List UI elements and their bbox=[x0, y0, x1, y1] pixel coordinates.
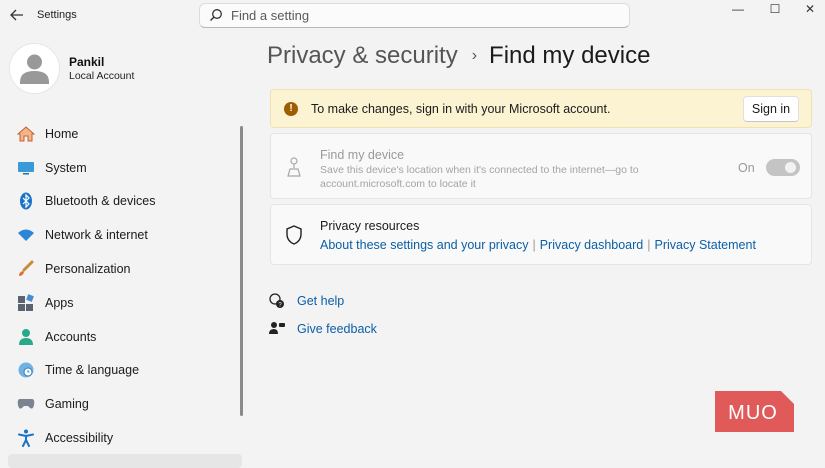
give-feedback-label[interactable]: Give feedback bbox=[297, 322, 377, 336]
muo-watermark-logo: MUO bbox=[715, 391, 794, 432]
accounts-icon bbox=[16, 327, 36, 347]
sidebar-item-apps[interactable]: Apps bbox=[8, 286, 236, 320]
privacy-resources-card: Privacy resources About these settings a… bbox=[270, 204, 812, 265]
sidebar-item-label: Accessibility bbox=[45, 431, 114, 446]
sidebar-item-label: Network & internet bbox=[45, 228, 148, 243]
banner-message: To make changes, sign in with your Micro… bbox=[311, 102, 611, 116]
find-my-device-toggle[interactable] bbox=[766, 159, 800, 176]
feedback-icon bbox=[268, 320, 286, 338]
sidebar-item-personalization[interactable]: Personalization bbox=[8, 252, 236, 286]
search-input[interactable] bbox=[231, 7, 611, 24]
sidebar-nav: Home System Bluetooth & devices Network … bbox=[8, 117, 236, 455]
avatar bbox=[9, 43, 60, 94]
sidebar-item-label: Home bbox=[45, 126, 79, 141]
svg-text:MUO: MUO bbox=[728, 402, 778, 424]
warning-icon: ! bbox=[284, 102, 298, 116]
sidebar-scrollbar[interactable] bbox=[240, 126, 243, 416]
sidebar-item-label: Apps bbox=[45, 295, 74, 310]
sidebar-item-label: Personalization bbox=[45, 262, 131, 277]
sidebar-item-time-language[interactable]: Time & language bbox=[8, 354, 236, 388]
bluetooth-icon bbox=[16, 191, 36, 211]
setting-description: Save this device's location when it's co… bbox=[320, 164, 639, 190]
setting-title: Find my device bbox=[320, 148, 405, 162]
minimize-button[interactable]: — bbox=[720, 0, 756, 18]
breadcrumb: Privacy & security › Find my device bbox=[267, 42, 650, 70]
give-feedback-link[interactable]: Give feedback bbox=[268, 320, 377, 338]
sidebar-item-bluetooth[interactable]: Bluetooth & devices bbox=[8, 185, 236, 219]
gamepad-icon bbox=[16, 394, 36, 414]
toggle-knob bbox=[785, 162, 796, 173]
sign-in-banner: ! To make changes, sign in with your Mic… bbox=[270, 89, 812, 128]
sidebar-item-label: Gaming bbox=[45, 397, 89, 412]
privacy-resources-title: Privacy resources bbox=[320, 219, 420, 233]
accessibility-icon bbox=[16, 428, 36, 448]
sidebar-item-accounts[interactable]: Accounts bbox=[8, 320, 236, 354]
sidebar-item-gaming[interactable]: Gaming bbox=[8, 387, 236, 421]
sidebar-item-selected-partial[interactable] bbox=[8, 454, 242, 468]
sign-in-button[interactable]: Sign in bbox=[743, 96, 799, 122]
close-button[interactable]: ✕ bbox=[792, 0, 825, 18]
link-divider: | bbox=[647, 238, 651, 252]
search-icon bbox=[210, 9, 222, 21]
privacy-dashboard-link[interactable]: Privacy dashboard bbox=[540, 238, 644, 252]
apps-icon bbox=[16, 293, 36, 313]
get-help-link[interactable]: ? Get help bbox=[268, 292, 344, 310]
maximize-button[interactable]: ☐ bbox=[757, 0, 793, 18]
back-arrow-icon[interactable] bbox=[6, 4, 28, 26]
clock-globe-icon bbox=[16, 360, 36, 380]
user-name: Pankil bbox=[69, 55, 105, 69]
find-my-device-card: Find my device Save this device's locati… bbox=[270, 133, 812, 199]
title-bar: Settings — ☐ ✕ bbox=[0, 0, 825, 32]
brush-icon bbox=[16, 259, 36, 279]
sidebar-item-network[interactable]: Network & internet bbox=[8, 218, 236, 252]
system-display-icon bbox=[16, 158, 36, 178]
breadcrumb-parent[interactable]: Privacy & security bbox=[267, 42, 458, 69]
breadcrumb-separator: › bbox=[471, 47, 478, 64]
privacy-links: About these settings and your privacy | Pr… bbox=[320, 238, 756, 252]
location-person-icon bbox=[287, 157, 301, 177]
sidebar-item-label: System bbox=[45, 160, 87, 175]
sidebar-item-label: Time & language bbox=[45, 363, 140, 378]
page-title: Find my device bbox=[489, 42, 651, 69]
sidebar-item-label: Accounts bbox=[45, 329, 97, 344]
about-privacy-link[interactable]: About these settings and your privacy bbox=[320, 238, 528, 252]
sidebar-item-system[interactable]: System bbox=[8, 151, 236, 185]
link-divider: | bbox=[532, 238, 536, 252]
wifi-icon bbox=[16, 225, 36, 245]
sidebar-item-home[interactable]: Home bbox=[8, 117, 236, 151]
privacy-statement-link[interactable]: Privacy Statement bbox=[655, 238, 756, 252]
account-type: Local Account bbox=[69, 70, 135, 82]
toggle-state-label: On bbox=[738, 161, 755, 175]
help-icon: ? bbox=[268, 292, 286, 310]
search-box[interactable] bbox=[199, 3, 630, 28]
home-icon bbox=[16, 124, 36, 144]
app-title: Settings bbox=[37, 9, 77, 21]
sidebar-item-label: Bluetooth & devices bbox=[45, 194, 156, 209]
shield-icon bbox=[286, 225, 302, 245]
get-help-label[interactable]: Get help bbox=[297, 294, 344, 308]
sidebar-item-accessibility[interactable]: Accessibility bbox=[8, 421, 236, 455]
